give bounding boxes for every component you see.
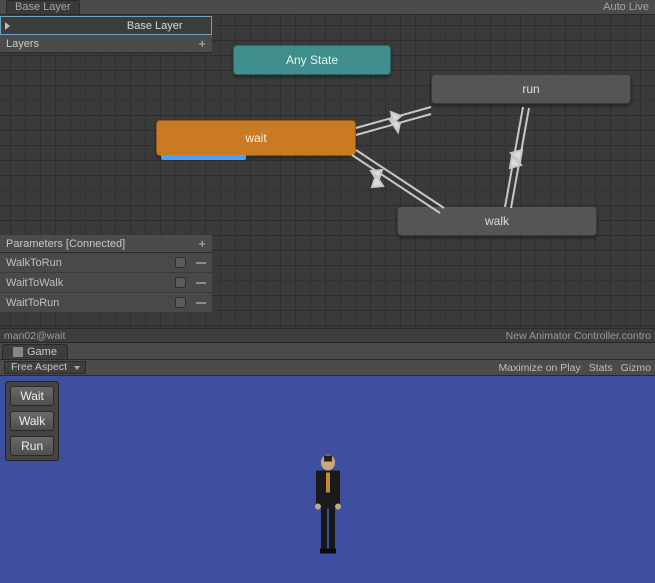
character-avatar	[308, 452, 348, 562]
controller-asset-name: New Animator Controller.contro	[506, 330, 651, 342]
tab-label: Game	[27, 346, 57, 358]
tab-game[interactable]: Game	[2, 344, 68, 359]
state-walk[interactable]: walk	[397, 206, 597, 236]
layer-label: Base Layer	[113, 20, 212, 32]
parameter-checkbox[interactable]	[175, 277, 186, 288]
maximize-on-play-toggle[interactable]: Maximize on Play	[498, 362, 580, 374]
state-any-state[interactable]: Any State	[233, 45, 391, 75]
parameter-checkbox[interactable]	[175, 297, 186, 308]
game-toolbar: Free Aspect Maximize on Play Stats Gizmo	[0, 360, 655, 376]
parameters-header: Parameters [Connected] +	[0, 235, 212, 253]
layers-header: Layers +	[0, 35, 212, 53]
run-button[interactable]: Run	[10, 436, 54, 456]
parameter-name: WaitToRun	[6, 297, 59, 309]
layer-item-base[interactable]: Base Layer	[0, 16, 212, 35]
parameters-title: Parameters [Connected]	[6, 238, 125, 250]
add-layer-button[interactable]: +	[198, 39, 206, 49]
parameter-row[interactable]: WaitToWalk	[0, 273, 212, 293]
parameter-name: WalkToRun	[6, 257, 62, 269]
aspect-dropdown[interactable]: Free Aspect	[4, 361, 86, 374]
parameter-name: WaitToWalk	[6, 277, 63, 289]
wait-button[interactable]: Wait	[10, 386, 54, 406]
play-button-group: Wait Walk Run	[5, 381, 59, 461]
breadcrumb[interactable]: Base Layer	[6, 0, 80, 14]
add-parameter-button[interactable]: +	[198, 239, 206, 249]
gizmos-toggle[interactable]: Gizmo	[621, 362, 651, 374]
walk-button[interactable]: Walk	[10, 411, 54, 431]
animator-panel: Base Layer Auto Live Any State run wait …	[0, 0, 655, 341]
game-viewport: Wait Walk Run	[0, 376, 655, 583]
current-state-path: man02@wait	[4, 330, 65, 342]
auto-live-toggle[interactable]: Auto Live	[603, 1, 649, 13]
remove-parameter-button[interactable]	[196, 302, 206, 304]
parameter-row[interactable]: WaitToRun	[0, 293, 212, 313]
stats-toggle[interactable]: Stats	[589, 362, 613, 374]
animator-header: Base Layer Auto Live	[0, 0, 655, 15]
state-run[interactable]: run	[431, 74, 631, 104]
play-icon	[5, 22, 109, 30]
state-wait[interactable]: wait	[156, 120, 356, 156]
remove-parameter-button[interactable]	[196, 262, 206, 264]
parameter-row[interactable]: WalkToRun	[0, 253, 212, 273]
remove-parameter-button[interactable]	[196, 282, 206, 284]
game-panel: Game Free Aspect Maximize on Play Stats …	[0, 341, 655, 583]
game-icon	[13, 347, 23, 357]
parameter-checkbox[interactable]	[175, 257, 186, 268]
status-bar: man02@wait New Animator Controller.contr…	[0, 328, 655, 342]
layers-title: Layers	[6, 38, 39, 50]
